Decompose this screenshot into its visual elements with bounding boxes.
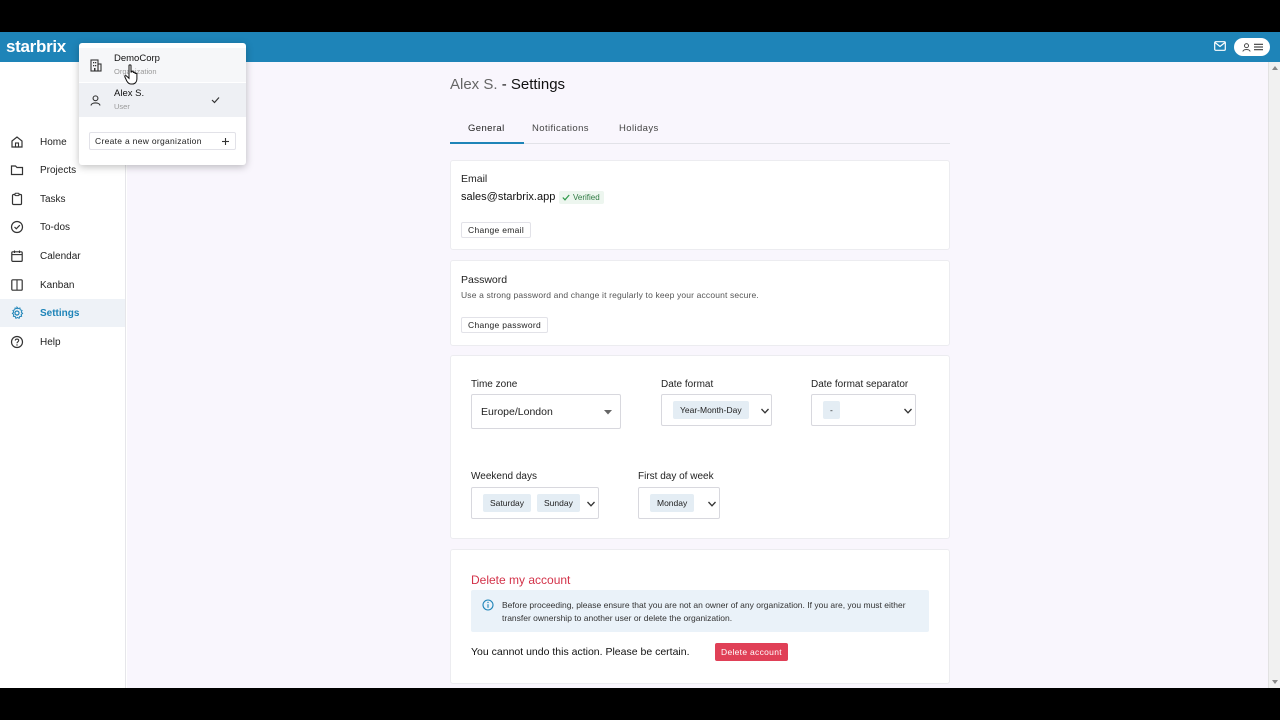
preferences-card: Time zone Europe/London Date format Year…	[450, 355, 950, 539]
dropdown-item-subtitle: User	[114, 102, 130, 111]
tab-holidays[interactable]: Holidays	[619, 123, 659, 134]
dropdown-item-title: DemoCorp	[114, 53, 160, 64]
weekend-chip-sunday: Sunday	[537, 494, 580, 512]
separator-select[interactable]: -	[811, 394, 916, 426]
app-window: starbrix Home Projects Tasks To-dos Cale…	[0, 32, 1280, 688]
password-description: Use a strong password and change it regu…	[461, 290, 759, 300]
delete-notice: Before proceeding, please ensure that yo…	[471, 590, 929, 632]
chevron-down-icon	[904, 408, 912, 414]
checkmark-icon	[211, 97, 220, 104]
email-value: sales@starbrix.app	[461, 191, 556, 203]
timezone-value: Europe/London	[481, 406, 553, 418]
email-card: Email sales@starbrix.app Verified Change…	[450, 160, 950, 250]
chevron-down-icon	[587, 501, 595, 507]
chevron-down-icon	[761, 408, 769, 414]
user-icon	[1241, 42, 1251, 52]
sidebar-item-tasks[interactable]: Tasks	[0, 185, 125, 213]
delete-account-button[interactable]: Delete account	[715, 643, 788, 661]
folder-icon	[10, 165, 24, 176]
delete-account-card: Delete my account Before proceeding, ple…	[450, 549, 950, 684]
check-circle-icon	[10, 220, 24, 234]
sidebar-item-settings[interactable]: Settings	[0, 299, 125, 327]
first-day-label: First day of week	[638, 471, 714, 482]
plus-icon	[222, 138, 229, 145]
tab-general[interactable]: General	[468, 123, 505, 134]
sidebar-item-label: Kanban	[40, 279, 75, 291]
change-password-button[interactable]: Change password	[461, 317, 549, 333]
first-day-chip: Monday	[650, 494, 695, 512]
weekend-select[interactable]: Saturday Sunday	[471, 487, 599, 519]
sidebar-item-help[interactable]: Help	[0, 328, 125, 356]
separator-chip: -	[823, 401, 840, 419]
hand-cursor-icon	[124, 64, 138, 85]
menu-icon	[1253, 43, 1263, 51]
chevron-down-icon	[708, 501, 716, 507]
password-card: Password Use a strong password and chang…	[450, 260, 950, 346]
mail-icon[interactable]	[1214, 41, 1226, 51]
page-scrollbar[interactable]	[1268, 62, 1280, 688]
page-title-rest: - Settings	[497, 76, 566, 93]
verified-label: Verified	[573, 193, 600, 202]
date-format-label: Date format	[661, 379, 714, 390]
active-tab-indicator	[450, 142, 524, 144]
weekend-chip-saturday: Saturday	[483, 494, 532, 512]
timezone-label: Time zone	[471, 379, 518, 390]
brand-logo[interactable]: starbrix	[6, 37, 66, 57]
change-email-button[interactable]: Change email	[461, 222, 532, 238]
page-title-user: Alex S.	[450, 76, 498, 93]
dropdown-item-alex[interactable]: Alex S. User	[79, 83, 246, 117]
user-menu-button[interactable]	[1234, 38, 1270, 56]
delete-notice-text: Before proceeding, please ensure that yo…	[502, 600, 906, 623]
date-format-select[interactable]: Year-Month-Day	[661, 394, 772, 426]
tab-notifications[interactable]: Notifications	[532, 123, 589, 134]
main-content: Alex S. - Settings General Notifications…	[127, 62, 1268, 688]
clipboard-icon	[11, 192, 23, 206]
separator-label: Date format separator	[811, 379, 909, 390]
gear-icon	[11, 306, 24, 320]
sidebar-item-label: Tasks	[40, 193, 66, 205]
sidebar-item-label: To-dos	[40, 221, 71, 233]
sidebar-item-todos[interactable]: To-dos	[0, 213, 125, 241]
sidebar-item-label: Settings	[40, 307, 80, 319]
delete-warning: You cannot undo this action. Please be c…	[471, 646, 690, 658]
org-switcher-dropdown: DemoCorp Organization Alex S. User Creat…	[79, 43, 246, 165]
settings-tabs: General Notifications Holidays	[450, 114, 950, 144]
help-icon	[10, 335, 24, 349]
sidebar-item-label: Home	[40, 136, 67, 148]
home-icon	[11, 136, 23, 148]
scroll-down-arrow[interactable]	[1272, 680, 1278, 684]
sidebar-item-label: Projects	[40, 164, 77, 176]
user-icon	[90, 95, 101, 106]
delete-title: Delete my account	[471, 573, 571, 587]
building-icon	[90, 59, 102, 72]
weekend-label: Weekend days	[471, 471, 537, 482]
dropdown-item-democorp[interactable]: DemoCorp Organization	[79, 48, 246, 82]
create-organization-button[interactable]: Create a new organization	[89, 132, 236, 150]
password-title: Password	[461, 274, 508, 286]
checkmark-icon	[562, 194, 570, 201]
sidebar-item-label: Calendar	[40, 250, 81, 262]
caret-down-icon	[604, 410, 612, 415]
sidebar-item-calendar[interactable]: Calendar	[0, 242, 125, 270]
info-icon	[482, 599, 494, 611]
sidebar-item-label: Help	[40, 336, 61, 348]
scroll-up-arrow[interactable]	[1272, 66, 1278, 70]
page-title: Alex S. - Settings	[450, 76, 565, 93]
timezone-select[interactable]: Europe/London	[471, 394, 621, 429]
dropdown-item-title: Alex S.	[114, 88, 145, 99]
verified-badge: Verified	[559, 191, 604, 204]
calendar-icon	[11, 250, 23, 263]
date-format-chip: Year-Month-Day	[673, 401, 749, 419]
create-organization-label: Create a new organization	[95, 136, 202, 146]
first-day-select[interactable]: Monday	[638, 487, 720, 519]
kanban-icon	[11, 279, 23, 291]
email-title: Email	[461, 173, 488, 185]
sidebar-item-kanban[interactable]: Kanban	[0, 271, 125, 299]
